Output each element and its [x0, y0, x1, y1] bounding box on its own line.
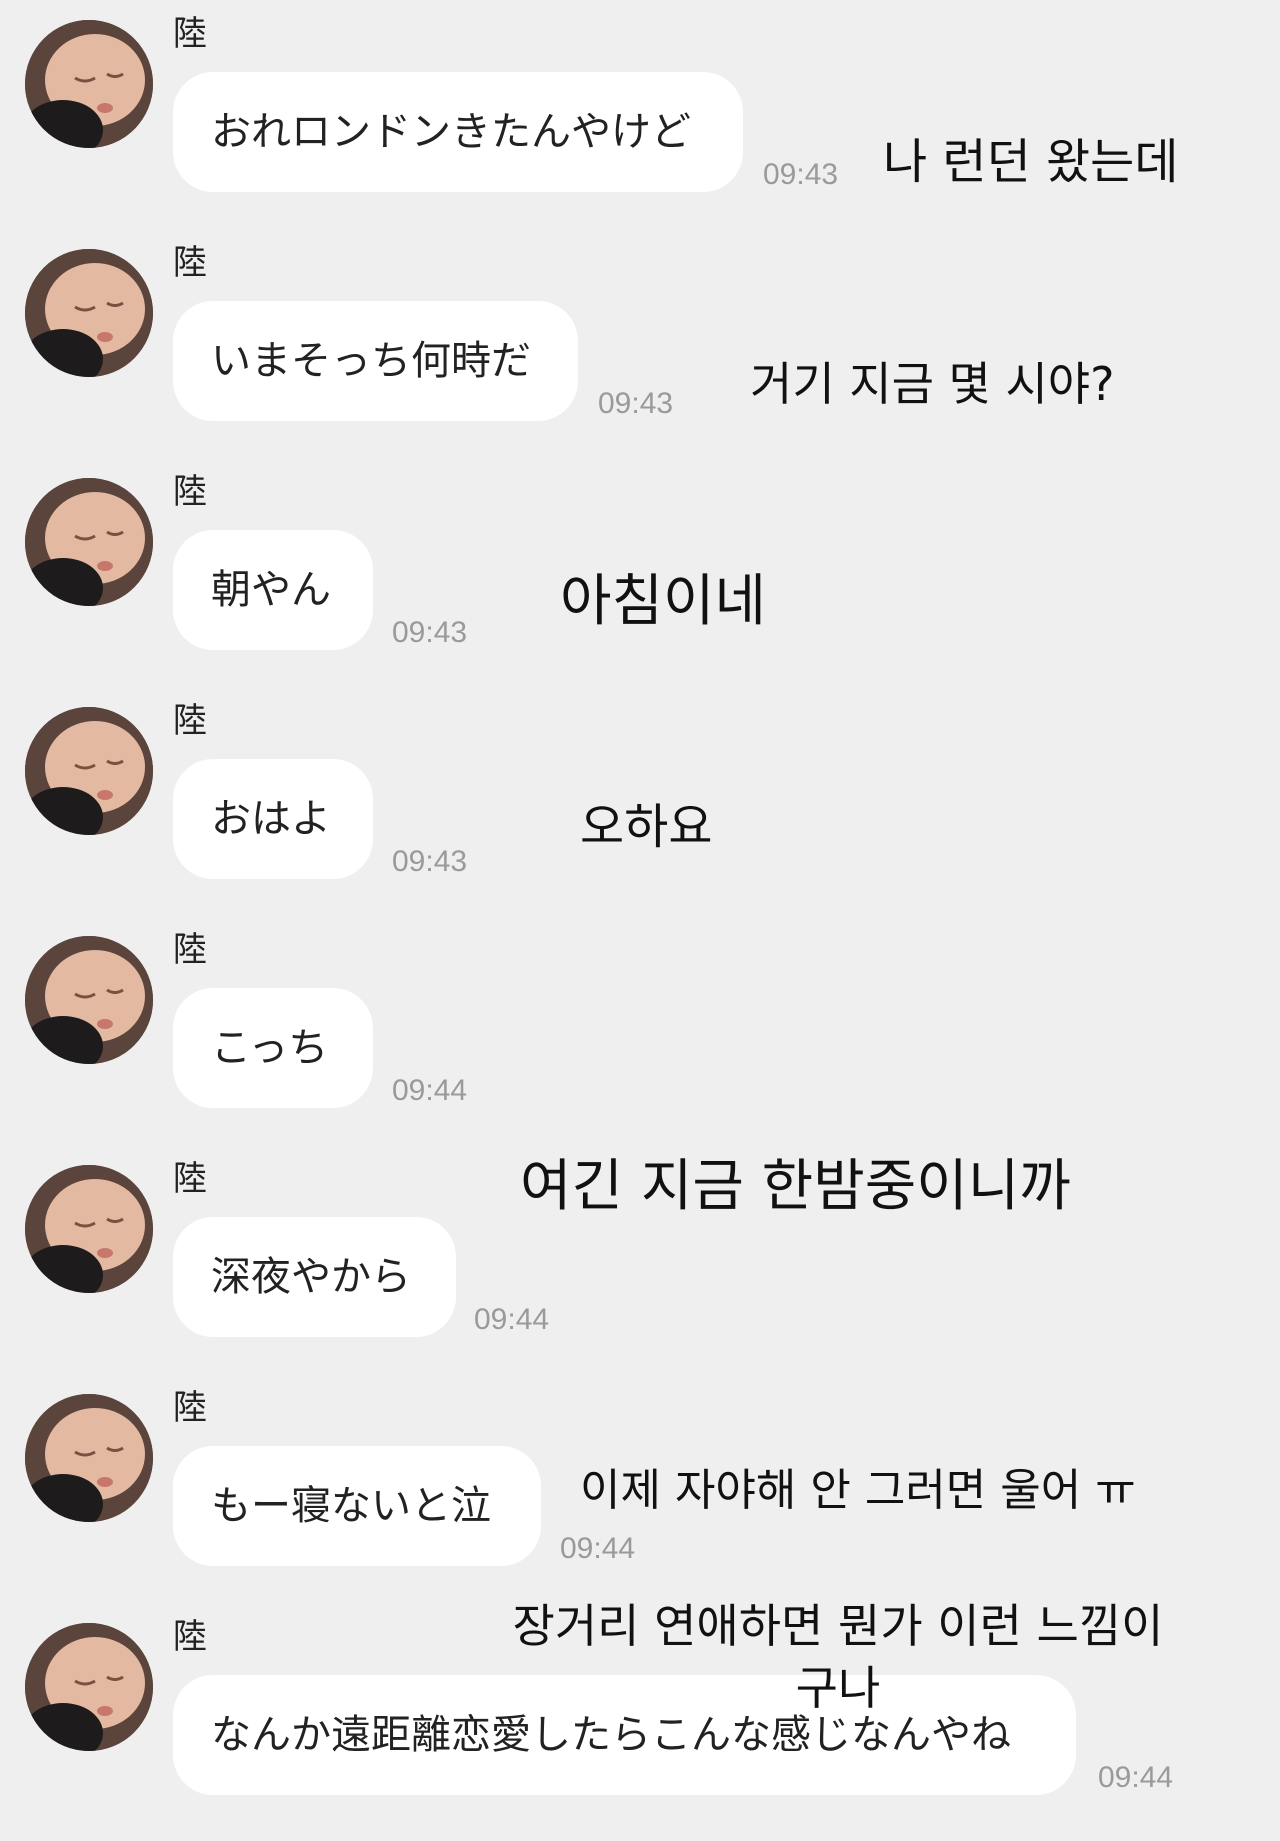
- message-bubble[interactable]: 深夜やから: [173, 1217, 456, 1337]
- message-timestamp: 09:43: [392, 616, 468, 649]
- translation-annotation: 거기 지금 몇 시야?: [750, 357, 1115, 411]
- translation-annotation: 오하요: [580, 799, 713, 855]
- chat-message: 陸 おはよ 09:43 오하요: [0, 687, 1280, 916]
- chat-message: 陸 もー寝ないと泣 09:44 이제 자야해 안 그러면 울어 ㅠ: [0, 1374, 1280, 1603]
- sleeping-baby-avatar-icon[interactable]: [25, 707, 153, 835]
- sender-name: 陸: [173, 1388, 207, 1428]
- message-timestamp: 09:44: [560, 1532, 636, 1565]
- chat-message: 陸 こっち 09:44: [0, 916, 1280, 1145]
- translation-annotation: 여긴 지금 한밤중이니까: [520, 1154, 1071, 1219]
- sender-name: 陸: [173, 1159, 207, 1199]
- message-timestamp: 09:43: [763, 158, 839, 191]
- sleeping-baby-avatar-icon[interactable]: [25, 20, 153, 148]
- message-bubble[interactable]: 朝やん: [173, 530, 373, 650]
- message-bubble[interactable]: いまそっち何時だ: [173, 301, 578, 421]
- chat-message: 陸 いまそっち何時だ 09:43 거기 지금 몇 시야?: [0, 229, 1280, 458]
- message-bubble[interactable]: こっち: [173, 988, 373, 1108]
- message-timestamp: 09:44: [474, 1303, 550, 1336]
- sleeping-baby-avatar-icon[interactable]: [25, 1394, 153, 1522]
- sender-name: 陸: [173, 701, 207, 741]
- sender-name: 陸: [173, 930, 207, 970]
- chat-message: 陸 おれロンドンきたんやけど 09:43 나 런던 왔는데: [0, 0, 1280, 229]
- message-bubble[interactable]: おはよ: [173, 759, 373, 879]
- sender-name: 陸: [173, 472, 207, 512]
- message-timestamp: 09:43: [392, 845, 468, 878]
- chat-message: 陸 なんか遠距離恋愛したらこんな感じなんやね 09:44 장거리 연애하면 뭔가…: [0, 1599, 1280, 1832]
- sleeping-baby-avatar-icon[interactable]: [25, 478, 153, 606]
- message-timestamp: 09:43: [598, 387, 674, 420]
- sleeping-baby-avatar-icon[interactable]: [25, 1623, 153, 1751]
- sleeping-baby-avatar-icon[interactable]: [25, 1165, 153, 1293]
- translation-annotation: 장거리 연애하면 뭔가 이런 느낌이 구나: [512, 1599, 1164, 1715]
- sleeping-baby-avatar-icon[interactable]: [25, 249, 153, 377]
- sender-name: 陸: [173, 14, 207, 54]
- translation-annotation: 나 런던 왔는데: [883, 134, 1179, 190]
- chat-message: 陸 深夜やから 09:44 여긴 지금 한밤중이니까: [0, 1145, 1280, 1374]
- message-bubble[interactable]: もー寝ないと泣: [173, 1446, 541, 1566]
- message-timestamp: 09:44: [1098, 1761, 1174, 1794]
- translation-annotation: 아침이네: [560, 569, 767, 634]
- message-bubble[interactable]: おれロンドンきたんやけど: [173, 72, 743, 192]
- translation-annotation: 이제 자야해 안 그러면 울어 ㅠ: [580, 1465, 1136, 1516]
- chat-message: 陸 朝やん 09:43 아침이네: [0, 458, 1280, 687]
- sender-name: 陸: [173, 1617, 207, 1657]
- message-timestamp: 09:44: [392, 1074, 468, 1107]
- sender-name: 陸: [173, 243, 207, 283]
- sleeping-baby-avatar-icon[interactable]: [25, 936, 153, 1064]
